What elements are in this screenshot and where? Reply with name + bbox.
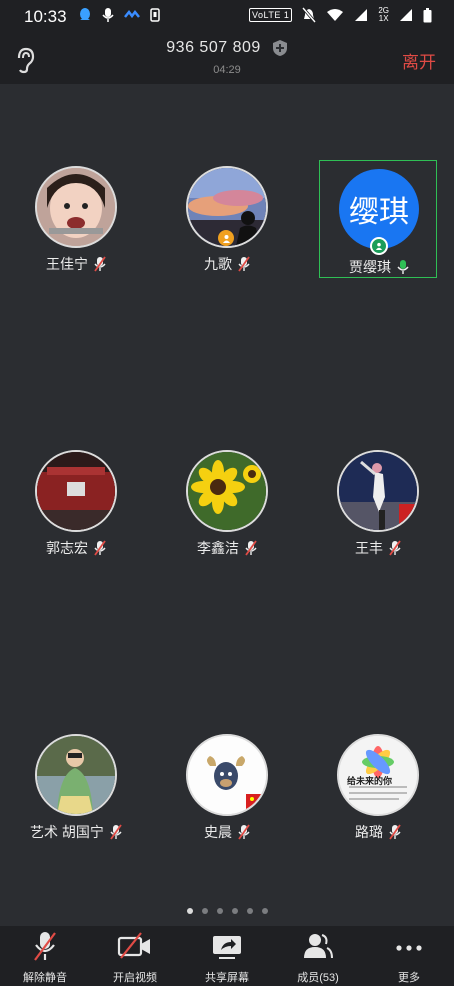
leave-button[interactable]: 离开 [402,48,436,73]
avatar [186,734,268,816]
members-label: 成员(53) [297,972,339,984]
mic-muted-icon [110,824,122,840]
participant-name: 王丰 [355,540,383,556]
unmute-label: 解除静音 [23,972,67,984]
participant-tile[interactable]: 史晨 [168,726,286,844]
avatar [337,450,419,532]
mic-muted-icon [34,932,56,961]
mic-status-icon [102,8,114,22]
participant-name: 九歌 [204,256,232,272]
mic-muted-icon [389,540,401,556]
avatar [35,450,117,532]
participant-name: 贾缨琪 [349,259,391,275]
share-screen-button[interactable]: 共享屏幕 [182,930,272,985]
host-badge-icon [218,230,234,246]
participant-tile[interactable]: 九歌 [168,158,286,276]
cohost-badge-icon [370,237,388,255]
meeting-id[interactable]: 936 507 809 [0,39,454,57]
avatar [35,734,117,816]
page-indicator[interactable] [0,908,454,914]
more-icon [396,945,422,951]
more-label: 更多 [398,972,420,984]
participant-name: 路璐 [355,824,383,840]
volte-badge: VoLTE 1 [248,8,293,22]
participant-name: 郭志宏 [46,540,88,556]
mic-muted-icon [238,256,250,272]
signal-icon [355,9,368,21]
notifications-off-icon [302,7,317,23]
avatar-initials: 缨琪 [349,196,409,229]
participant-tile[interactable]: 给未来的你 路璐 [319,726,437,844]
signal-2-icon [400,9,412,21]
video-off-icon [117,932,150,959]
meeting-header: 936 507 809 04:29 离开 [0,34,454,84]
share-screen-label: 共享屏幕 [205,972,249,984]
participant-tile[interactable]: 郭志宏 [17,442,135,560]
wifi-icon [327,9,344,21]
mic-muted-icon [238,824,250,840]
page-dot[interactable] [261,908,268,914]
participant-name: 李鑫洁 [197,540,239,556]
start-video-button[interactable]: 开启视频 [90,930,180,985]
participant-tile[interactable]: 王丰 [319,442,437,560]
participant-tile-active-speaker[interactable]: 缨琪 贾缨琪 [319,160,437,278]
participant-name: 史晨 [204,824,232,840]
mic-muted-icon [245,540,257,556]
participant-name: 王佳宁 [46,256,88,272]
security-shield-icon [272,40,287,56]
more-button[interactable]: 更多 [364,930,454,985]
page-dot-active[interactable] [186,908,193,914]
participant-name: 艺术 胡国宁 [30,824,104,840]
network-type: 2G 1X [378,6,389,23]
avatar [186,450,268,532]
mic-muted-icon [94,256,106,272]
status-bar: 10:33 VoLTE 1 2G 1X [0,0,454,34]
phone-status-icon [150,8,160,22]
participant-tile[interactable]: 李鑫洁 [168,442,286,560]
page-dot[interactable] [246,908,253,914]
page-dot[interactable] [201,908,208,914]
mic-active-icon [397,260,409,274]
avatar: 给未来的你 [337,734,419,816]
page-dot[interactable] [216,908,223,914]
battery-icon [423,7,432,22]
unmute-button[interactable]: 解除静音 [0,930,90,985]
share-screen-icon [213,936,241,959]
tencent-meeting-icon [124,9,140,19]
avatar [35,166,117,248]
meeting-toolbar: 解除静音 开启视频 共享屏幕 成员(53) 更多 [0,926,454,986]
page-dot[interactable] [231,908,238,914]
participant-tile[interactable]: 艺术 胡国宁 [17,726,135,844]
members-button[interactable]: 成员(53) [273,930,363,985]
start-video-label: 开启视频 [113,972,157,984]
meeting-duration: 04:29 [213,64,241,76]
meeting-id-text: 936 507 809 [166,39,261,57]
mic-muted-icon [389,824,401,840]
qq-icon [80,8,90,20]
clock: 10:33 [24,7,67,26]
members-icon [304,934,333,959]
participant-tile[interactable]: 王佳宁 [17,158,135,276]
avatar-caption: 给未来的你 [347,776,393,786]
mic-muted-icon [94,540,106,556]
